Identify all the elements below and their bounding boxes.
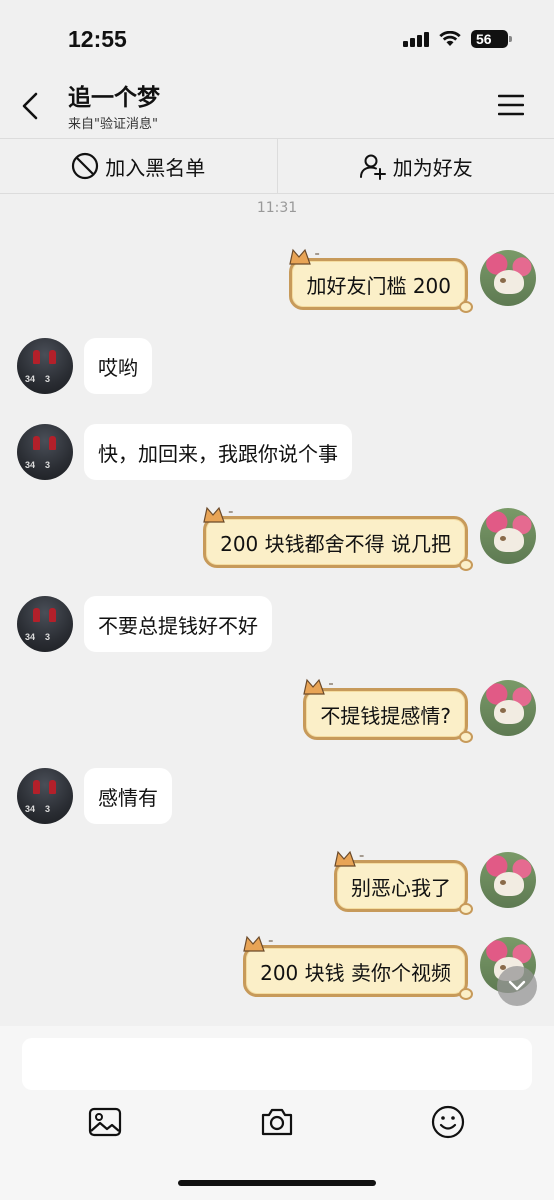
- chat-title: 追一个梦: [68, 85, 160, 111]
- my-avatar[interactable]: [480, 508, 536, 564]
- block-label: 加入黑名单: [105, 155, 206, 180]
- message-timestamp: 11:31: [256, 200, 298, 216]
- block-icon: [72, 152, 99, 180]
- message-bubble-received[interactable]: 感情有: [84, 768, 172, 824]
- emoji-icon[interactable]: [430, 1104, 466, 1140]
- paw-tail-decoration: [459, 731, 473, 743]
- status-time: 12:55: [68, 26, 127, 52]
- decoration-dashes: ⁼: [328, 681, 333, 692]
- home-indicator[interactable]: [178, 1180, 376, 1186]
- add-friend-label: 加为好友: [392, 155, 473, 180]
- message-bubble-sent[interactable]: ⁼ 别恶心我了: [334, 850, 473, 915]
- message-bubble-sent[interactable]: ⁼ 200 块钱 卖你个视频: [243, 935, 473, 1000]
- my-avatar[interactable]: [480, 250, 536, 306]
- message-bubble-sent[interactable]: ⁼ 200 块钱都舍不得 说几把: [203, 506, 473, 571]
- message-row: ⁼ 加好友门槛 200: [0, 248, 554, 314]
- action-bar: 加入黑名单 加为好友: [0, 138, 554, 194]
- message-text: 不要总提钱好不好: [98, 613, 258, 638]
- image-icon[interactable]: [87, 1104, 123, 1140]
- cat-ear-decoration: [203, 506, 225, 523]
- message-text: 200 块钱都舍不得 说几把: [220, 531, 451, 556]
- message-row: ⁼ 200 块钱 卖你个视频: [0, 935, 554, 1001]
- paw-tail-decoration: [459, 559, 473, 571]
- block-button[interactable]: 加入黑名单: [0, 139, 277, 193]
- message-row: ⁼ 不提钱提感情?: [0, 678, 554, 744]
- message-row: 34 3 不要总提钱好不好: [0, 596, 554, 652]
- chat-header: 追一个梦 来自"验证消息": [0, 72, 554, 138]
- battery-icon: 56: [471, 30, 512, 48]
- cat-ear-decoration: [243, 935, 265, 952]
- message-bubble-sent[interactable]: ⁼ 不提钱提感情?: [303, 678, 473, 743]
- signal-icon: [403, 31, 429, 47]
- message-text: 加好友门槛 200: [306, 273, 451, 298]
- paw-tail-decoration: [459, 301, 473, 313]
- wifi-icon: [439, 31, 461, 46]
- scroll-to-bottom-button[interactable]: [497, 966, 537, 1006]
- message-row: 34 3 快，加回来，我跟你说个事: [0, 424, 554, 480]
- paw-tail-decoration: [459, 988, 473, 1000]
- my-avatar[interactable]: [480, 852, 536, 908]
- my-avatar[interactable]: [480, 680, 536, 736]
- menu-icon[interactable]: [498, 94, 524, 116]
- decoration-dashes: ⁼: [359, 853, 364, 864]
- decoration-dashes: ⁼: [314, 251, 319, 262]
- message-row: ⁼ 200 块钱都舍不得 说几把: [0, 506, 554, 572]
- message-text: 不提钱提感情?: [320, 703, 451, 728]
- chevron-down-icon: [508, 980, 526, 991]
- contact-avatar[interactable]: 34 3: [17, 424, 73, 480]
- message-text: 200 块钱 卖你个视频: [260, 960, 451, 985]
- add-user-icon: [359, 154, 386, 180]
- back-arrow-icon[interactable]: [14, 86, 48, 126]
- message-bubble-received[interactable]: 哎哟: [84, 338, 152, 394]
- message-text: 感情有: [98, 785, 158, 810]
- input-area: [0, 1026, 554, 1200]
- message-row: ⁼ 别恶心我了: [0, 850, 554, 916]
- decoration-dashes: ⁼: [228, 509, 233, 520]
- camera-icon[interactable]: [259, 1104, 295, 1140]
- message-bubble-received[interactable]: 快，加回来，我跟你说个事: [84, 424, 352, 480]
- message-row: 34 3 感情有: [0, 768, 554, 824]
- status-icons: 56: [403, 30, 512, 48]
- message-bubble-sent[interactable]: ⁼ 加好友门槛 200: [289, 248, 473, 313]
- message-text: 别恶心我了: [351, 875, 451, 900]
- cat-ear-decoration: [334, 850, 356, 867]
- message-text: 快，加回来，我跟你说个事: [98, 441, 338, 466]
- contact-avatar[interactable]: 34 3: [17, 338, 73, 394]
- message-text: 哎哟: [98, 355, 138, 380]
- cat-ear-decoration: [289, 248, 312, 265]
- chat-subtitle: 来自"验证消息": [68, 117, 158, 132]
- status-bar: 12:55 56: [0, 0, 554, 72]
- add-friend-button[interactable]: 加为好友: [276, 139, 554, 193]
- message-bubble-received[interactable]: 不要总提钱好不好: [84, 596, 272, 652]
- decoration-dashes: ⁼: [268, 938, 273, 949]
- contact-avatar[interactable]: 34 3: [17, 596, 73, 652]
- battery-level: 56: [476, 31, 492, 47]
- cat-ear-decoration: [303, 678, 326, 695]
- message-row: 34 3 哎哟: [0, 338, 554, 394]
- contact-avatar[interactable]: 34 3: [17, 768, 73, 824]
- message-input[interactable]: [22, 1038, 532, 1090]
- paw-tail-decoration: [459, 903, 473, 915]
